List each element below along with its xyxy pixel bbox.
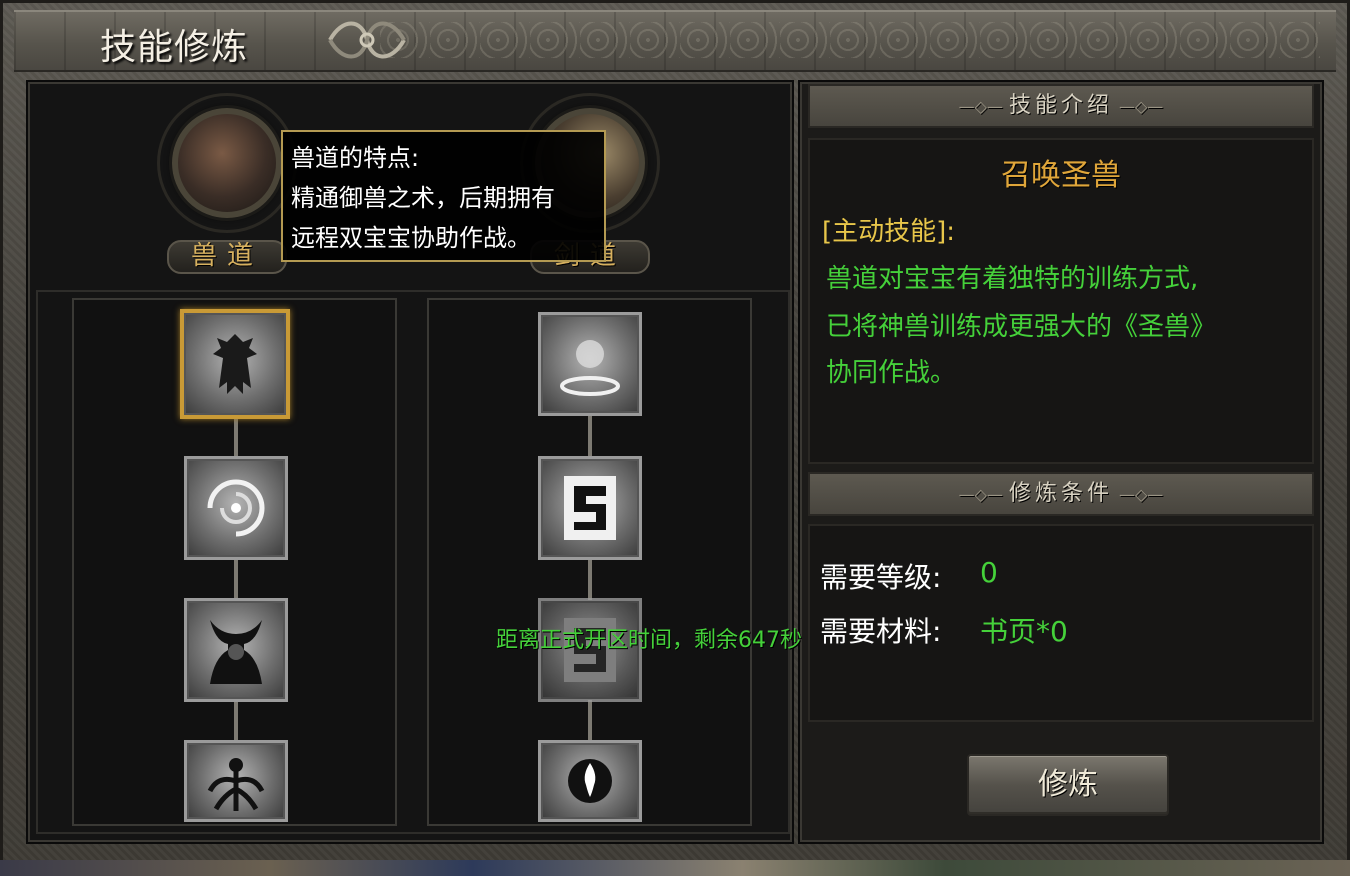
material-requirement-value: 书页*0: [980, 615, 1068, 648]
class-tooltip: 兽道的特点: 精通御兽之术，后期拥有 远程双宝宝协助作战。: [281, 130, 606, 262]
requirements-header: —◇— 修炼条件 —◇—: [808, 472, 1314, 516]
tentacle-beast-icon: [207, 758, 265, 811]
flame-orb-icon: [568, 759, 612, 803]
train-button[interactable]: 修炼: [967, 754, 1169, 816]
skill-description-line: 已将神兽训练成更强大的《圣兽》: [826, 312, 1217, 342]
skill-slot-vortex[interactable]: [184, 456, 288, 560]
vortex-icon: [207, 479, 265, 537]
skill-slot-halo-burst[interactable]: [538, 312, 642, 416]
tooltip-line: 远程双宝宝协助作战。: [291, 224, 531, 252]
level-requirement-label: 需要等级:: [820, 561, 942, 594]
class-portrait-beast[interactable]: [172, 108, 282, 218]
halo-burst-icon: [560, 340, 620, 396]
skill-slot-horned-helm[interactable]: [184, 598, 288, 702]
server-open-countdown: 距离正式开区时间，剩余647秒: [496, 628, 802, 653]
material-requirement-label: 需要材料:: [820, 615, 942, 648]
tree-connector: [588, 414, 592, 458]
header-ornament-icon: —◇—: [958, 97, 1003, 116]
knot-ornament-icon: [328, 21, 406, 59]
skill-name: 召唤圣兽: [1001, 158, 1121, 193]
summon-beast-icon: [213, 334, 257, 394]
skill-slot-flame-orb[interactable]: [538, 740, 642, 822]
title-ornament: [380, 22, 1320, 58]
skill-type: [主动技能]:: [822, 217, 956, 247]
tree-connector: [234, 418, 238, 458]
level-requirement-value: 0: [980, 556, 998, 589]
header-ornament-icon: —◇—: [1119, 485, 1164, 504]
header-ornament-icon: —◇—: [958, 485, 1003, 504]
class-label-beast[interactable]: 兽道: [167, 240, 287, 274]
skill-description-line: 兽道对宝宝有着独特的训练方式,: [826, 264, 1199, 294]
tree-connector: [234, 702, 238, 742]
tooltip-heading: 兽道的特点:: [291, 144, 420, 172]
tooltip-line: 精通御兽之术，后期拥有: [291, 184, 555, 212]
tree-connector: [588, 556, 592, 600]
seal-rune-icon: [564, 476, 616, 540]
game-hud-strip: [0, 860, 1350, 876]
horned-helm-icon: [210, 620, 262, 684]
skill-description-line: 协同作战。: [826, 358, 957, 388]
tree-connector: [234, 558, 238, 600]
skill-intro-header: —◇— 技能介绍 —◇—: [808, 84, 1314, 128]
tree-connector: [588, 700, 592, 742]
header-ornament-icon: —◇—: [1119, 97, 1164, 116]
skill-slot-tentacle-beast[interactable]: [184, 740, 288, 822]
skill-slot-seal-rune[interactable]: [538, 456, 642, 560]
window-title: 技能修炼: [100, 26, 249, 67]
skill-slot-summon-beast[interactable]: [180, 309, 290, 419]
